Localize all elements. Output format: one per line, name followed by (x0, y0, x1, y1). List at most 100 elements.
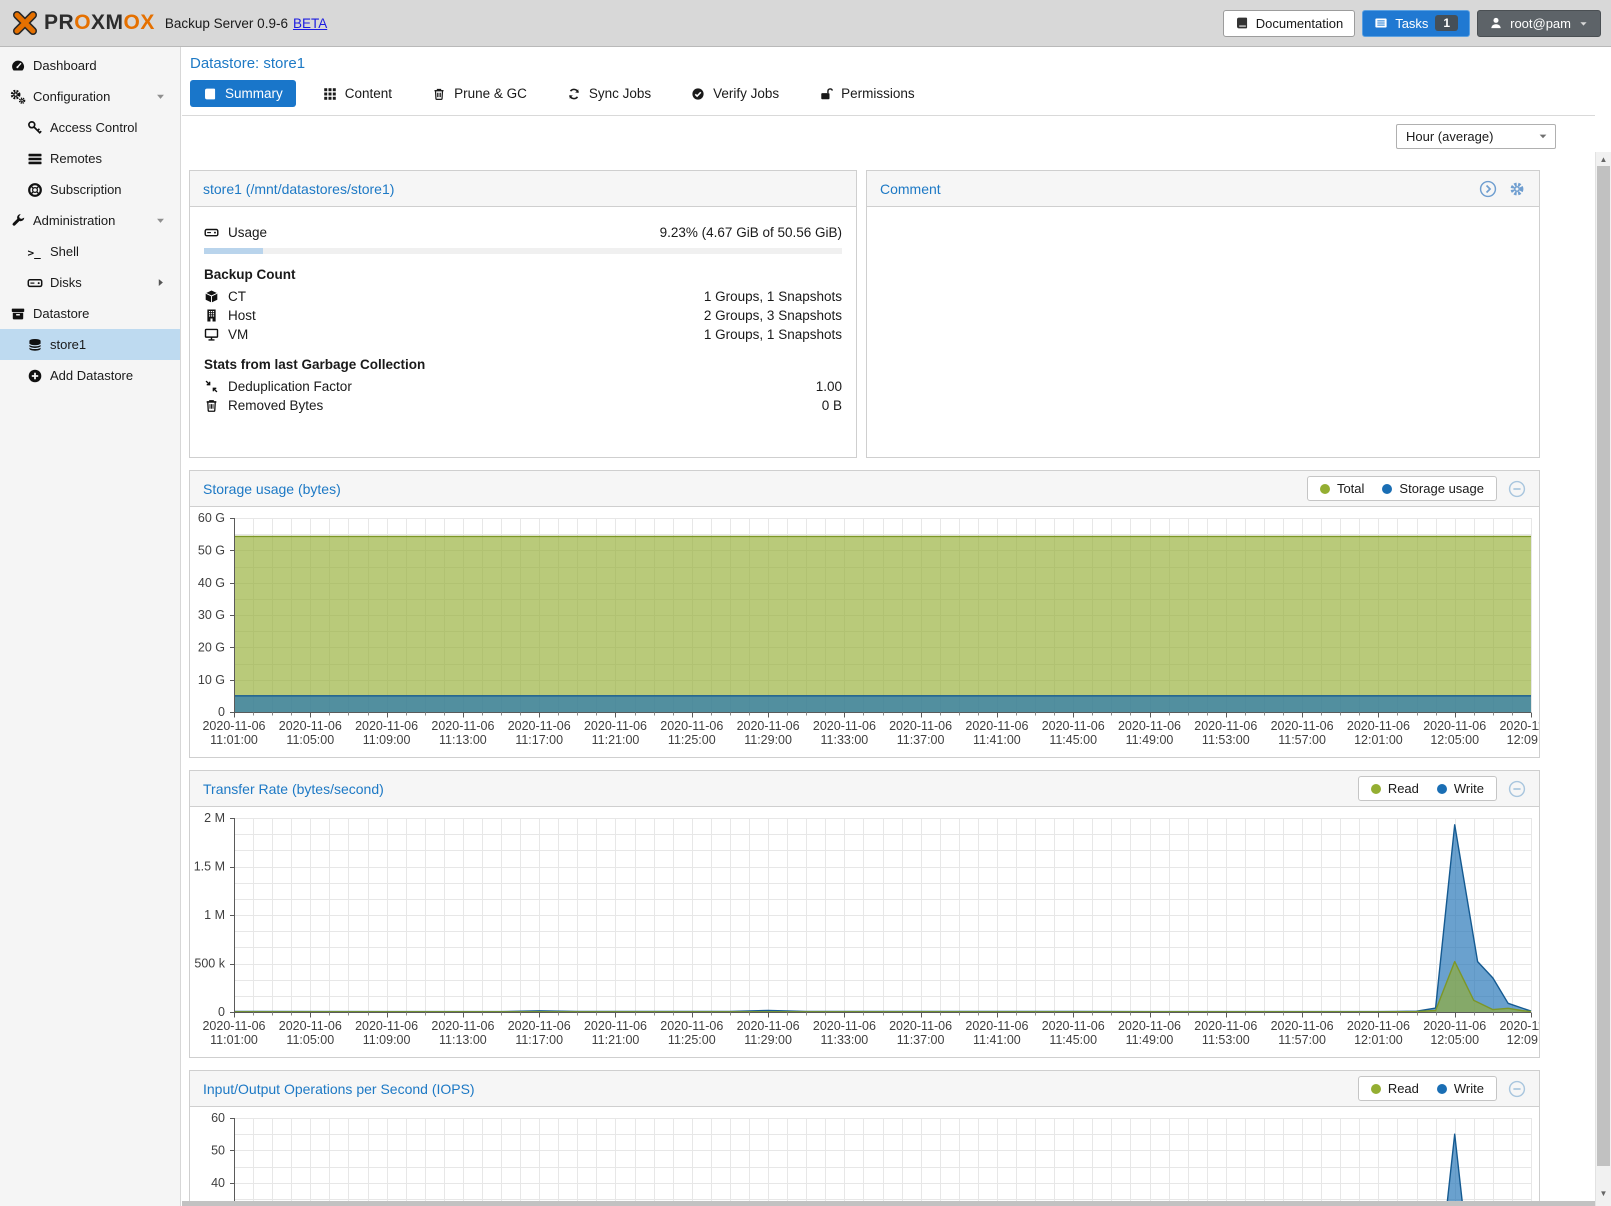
legend-label: Write (1454, 1081, 1484, 1096)
x-tick-date: 2020-11-06 (1423, 1019, 1486, 1033)
wordmark-part: O (124, 11, 141, 35)
stat-label: Deduplication Factor (228, 379, 352, 394)
unlock-icon (819, 87, 833, 101)
stat-label: Host (228, 308, 256, 323)
sidebar-item-label: store1 (50, 337, 86, 352)
x-tick-date: 2020-11-06 (660, 719, 723, 733)
x-tick-time: 11:33:00 (821, 1033, 869, 1047)
chart-legend: Read Write (1358, 776, 1497, 801)
comment-body[interactable] (867, 207, 1539, 239)
sidebar-item-administration[interactable]: Administration (0, 205, 180, 236)
x-tick-time: 11:37:00 (897, 733, 945, 747)
x-tick-time: 11:13:00 (439, 1033, 487, 1047)
desktop-icon (204, 327, 219, 342)
stat-label: CT (228, 289, 246, 304)
legend-item-write[interactable]: Write (1437, 781, 1484, 796)
chart-legend: Read Write (1358, 1076, 1497, 1101)
collapse-icon[interactable] (1508, 1080, 1526, 1098)
sidebar-item-configuration[interactable]: Configuration (0, 81, 180, 112)
y-tick-label: 40 (211, 1176, 225, 1190)
collapse-icon[interactable] (1508, 780, 1526, 798)
tab-permissions[interactable]: Permissions (806, 80, 928, 107)
sidebar-item-disks[interactable]: Disks (0, 267, 180, 298)
sidebar: DashboardConfigurationAccess Control Remo… (0, 47, 181, 1206)
compress-icon (204, 379, 219, 394)
user-menu-button[interactable]: root@pam (1477, 10, 1601, 37)
sidebar-item-remotes[interactable]: Remotes (0, 143, 180, 174)
legend-item-read[interactable]: Read (1371, 1081, 1419, 1096)
x-tick-time: 12:01:00 (1354, 1033, 1403, 1047)
legend-item-read[interactable]: Read (1371, 781, 1419, 796)
terminal-icon: >_ (27, 244, 43, 260)
toolbar: Hour (average) (182, 116, 1595, 156)
documentation-button[interactable]: Documentation (1223, 10, 1355, 37)
task-list-icon (1374, 16, 1388, 30)
panel-storage-usage: Storage usage (bytes)TotalStorage usage6… (189, 470, 1540, 758)
tab-sync-jobs[interactable]: Sync Jobs (554, 80, 664, 107)
sidebar-item-label: Disks (50, 275, 82, 290)
x-tick-time: 11:09:00 (363, 1033, 411, 1047)
legend-item-write[interactable]: Write (1437, 1081, 1484, 1096)
sidebar-item-store1[interactable]: store1 (0, 329, 180, 360)
x-tick-date: 2020-11-06 (1499, 1019, 1539, 1033)
sidebar-item-dashboard[interactable]: Dashboard (0, 50, 180, 81)
sidebar-item-access-control[interactable]: Access Control (0, 112, 180, 143)
x-tick-date: 2020-11-06 (889, 1019, 952, 1033)
tab-summary[interactable]: Summary (190, 80, 296, 107)
remotes-icon (27, 151, 43, 167)
hdd-icon (204, 225, 219, 240)
cube-icon (204, 289, 219, 304)
tab-verify-jobs[interactable]: Verify Jobs (678, 80, 792, 107)
grid-icon (323, 87, 337, 101)
legend-item-total[interactable]: Total (1320, 481, 1364, 496)
sidebar-item-datastore[interactable]: Datastore (0, 298, 180, 329)
x-tick-date: 2020-11-06 (202, 1019, 265, 1033)
sidebar-item-shell[interactable]: >_Shell (0, 236, 180, 267)
x-tick-time: 12:05:00 (1430, 1033, 1479, 1047)
gear-icon[interactable] (1508, 180, 1526, 198)
y-tick-label: 0 (218, 1005, 225, 1019)
beta-link[interactable]: BETA (293, 16, 327, 31)
sidebar-item-add-datastore[interactable]: Add Datastore (0, 360, 180, 391)
tab-content[interactable]: Content (310, 80, 405, 107)
y-tick-label: 30 G (198, 608, 225, 622)
legend-label: Read (1388, 1081, 1419, 1096)
edit-comment-icon[interactable] (1479, 180, 1497, 198)
building-icon (204, 308, 219, 323)
gears-icon (10, 89, 26, 105)
x-tick-time: 11:25:00 (668, 733, 716, 747)
vertical-scrollbar[interactable]: ▲ ▼ (1595, 152, 1611, 1206)
legend-label: Write (1454, 781, 1484, 796)
scroll-up-arrow[interactable]: ▲ (1596, 155, 1611, 164)
time-range-select[interactable]: Hour (average) (1396, 124, 1556, 149)
x-tick-time: 11:37:00 (897, 1033, 945, 1047)
gc-stats-rows: Deduplication Factor1.00Removed Bytes0 B (204, 377, 842, 415)
wordmark-part: PR (44, 11, 74, 35)
page-title: Datastore: store1 (182, 47, 1595, 73)
sidebar-item-label: Remotes (50, 151, 102, 166)
sidebar-item-label: Administration (33, 213, 115, 228)
x-tick-time: 11:29:00 (744, 1033, 792, 1047)
sidebar-item-subscription[interactable]: Subscription (0, 174, 180, 205)
header-actions: Documentation Tasks 1 root@pam (1223, 10, 1601, 37)
x-tick-time: 11:25:00 (668, 1033, 716, 1047)
sidebar-item-label: Datastore (33, 306, 89, 321)
x-tick-time: 11:41:00 (973, 733, 1021, 747)
time-range-value: Hour (average) (1406, 129, 1493, 144)
x-tick-date: 2020-11-06 (1194, 1019, 1257, 1033)
tab-prune-gc[interactable]: Prune & GC (419, 80, 540, 107)
chart-title: Storage usage (bytes) (203, 481, 341, 497)
iops-chart: 60504030201002020-11-0611:01:002020-11-0… (190, 1107, 1539, 1206)
wordmark-part: XM (91, 11, 124, 35)
y-tick-label: 1.5 M (194, 860, 225, 874)
series-storage-usage (234, 696, 1531, 712)
horizontal-scrollbar[interactable] (182, 1201, 1595, 1206)
scroll-down-arrow[interactable]: ▼ (1596, 1189, 1611, 1198)
legend-label: Total (1337, 481, 1364, 496)
x-tick-time: 12:09:00 (1507, 733, 1539, 747)
tasks-button[interactable]: Tasks 1 (1362, 10, 1470, 37)
scrollbar-thumb[interactable] (1597, 166, 1610, 1166)
legend-item-storage-usage[interactable]: Storage usage (1382, 481, 1484, 496)
x-tick-date: 2020-11-06 (1118, 1019, 1181, 1033)
collapse-icon[interactable] (1508, 480, 1526, 498)
